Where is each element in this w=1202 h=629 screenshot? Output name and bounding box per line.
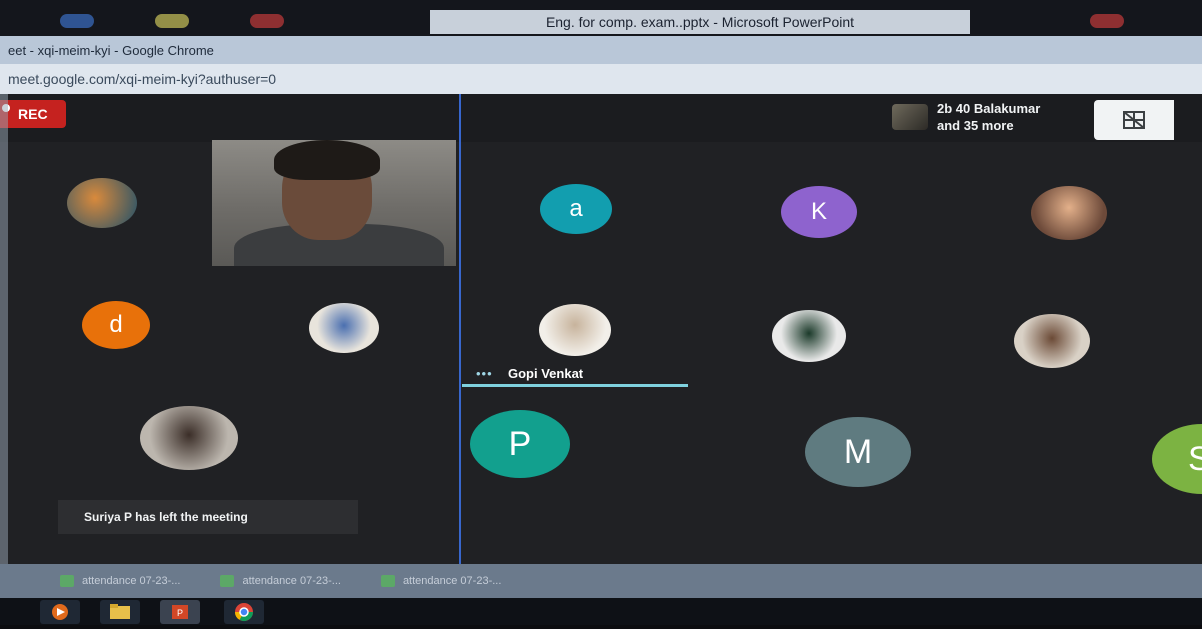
participant-photo-avatar[interactable] (67, 178, 137, 228)
chrome-titlebar[interactable]: eet - xqi-meim-kyi - Google Chrome (0, 36, 1202, 64)
avatar-letter: P (508, 424, 532, 463)
svg-text:P: P (177, 608, 183, 618)
powerpoint-title: Eng. for comp. exam..pptx - Microsoft Po… (545, 14, 855, 30)
avatar-p[interactable]: P (470, 410, 570, 478)
participant-thumbnail[interactable] (892, 104, 928, 130)
avatar-d[interactable]: d (82, 301, 150, 349)
download-name: attendance 07-23-... (242, 575, 341, 587)
avatar-m[interactable]: M (805, 417, 911, 487)
avatar-s[interactable]: S (1152, 424, 1202, 494)
avatar-letter: d (109, 311, 123, 338)
chrome-window-title: eet - xqi-meim-kyi - Google Chrome (8, 42, 214, 58)
recording-badge: REC (0, 100, 66, 128)
url-text: meet.google.com/xqi-meim-kyi?authuser=0 (8, 71, 277, 87)
participant-photo-avatar[interactable] (1031, 186, 1107, 240)
folder-icon[interactable] (100, 600, 140, 624)
rec-label: REC (18, 106, 48, 122)
powerpoint-icon[interactable]: P (160, 600, 200, 624)
avatar-letter: a (569, 195, 583, 222)
participants-line-1: 2b 40 Balakumar (937, 101, 1041, 116)
active-speaker-name: Gopi Venkat (508, 366, 584, 381)
windows-taskbar: P (0, 598, 1202, 625)
address-bar[interactable]: meet.google.com/xqi-meim-kyi?authuser=0 (0, 64, 1202, 94)
toast-text: Suriya P has left the meeting (84, 510, 248, 524)
excel-file-icon (220, 575, 235, 587)
notification-toast: Suriya P has left the meeting (58, 500, 358, 534)
participants-summary[interactable]: 2b 40 Balakumar and 35 more (937, 100, 1040, 134)
chrome-icon[interactable] (224, 600, 264, 624)
participant-photo-avatar[interactable] (772, 310, 846, 362)
participants-line-2: and 35 more (937, 118, 1014, 133)
avatar-k[interactable]: K (781, 186, 857, 238)
download-name: attendance 07-23-... (82, 575, 181, 587)
avatar-a[interactable]: a (540, 184, 612, 234)
powerpoint-titlebar[interactable]: Eng. for comp. exam..pptx - Microsoft Po… (430, 10, 970, 34)
active-speaker-underline (462, 384, 688, 387)
layout-button[interactable] (1094, 100, 1174, 140)
avatar-letter: K (810, 198, 827, 225)
tile-divider (459, 94, 461, 564)
background-window-edge (0, 94, 8, 564)
download-name: attendance 07-23-... (402, 575, 502, 587)
participant-photo-avatar[interactable] (1014, 314, 1090, 368)
download-item[interactable]: attendance 07-23-... (380, 575, 502, 587)
meet-stage: REC 2b 40 Balakumar and 35 more a K d P … (0, 94, 1202, 564)
participant-photo-avatar[interactable] (309, 303, 379, 353)
excel-file-icon (380, 575, 395, 587)
participant-photo-avatar[interactable] (140, 406, 238, 470)
taskbar-app-icon[interactable] (250, 14, 284, 28)
avatar-letter: M (843, 432, 873, 471)
taskbar-app-icon[interactable] (60, 14, 94, 28)
speaking-indicator-icon: ••• (476, 366, 493, 381)
excel-file-icon (60, 575, 74, 587)
download-item[interactable]: attendance 07-23-... (220, 575, 341, 587)
video-person-hair (274, 140, 380, 180)
participant-photo-avatar[interactable] (539, 304, 611, 356)
download-bar: attendance 07-23-... attendance 07-23-..… (0, 564, 1202, 598)
taskbar-app-icon[interactable] (155, 14, 189, 28)
camera-video-tile[interactable] (212, 140, 456, 266)
download-item[interactable]: attendance 07-23-... (60, 575, 180, 587)
media-player-icon[interactable] (40, 600, 80, 624)
avatar-letter: S (1188, 439, 1202, 478)
taskbar-app-icon[interactable] (1090, 14, 1124, 28)
grid-layout-icon (1123, 111, 1145, 129)
